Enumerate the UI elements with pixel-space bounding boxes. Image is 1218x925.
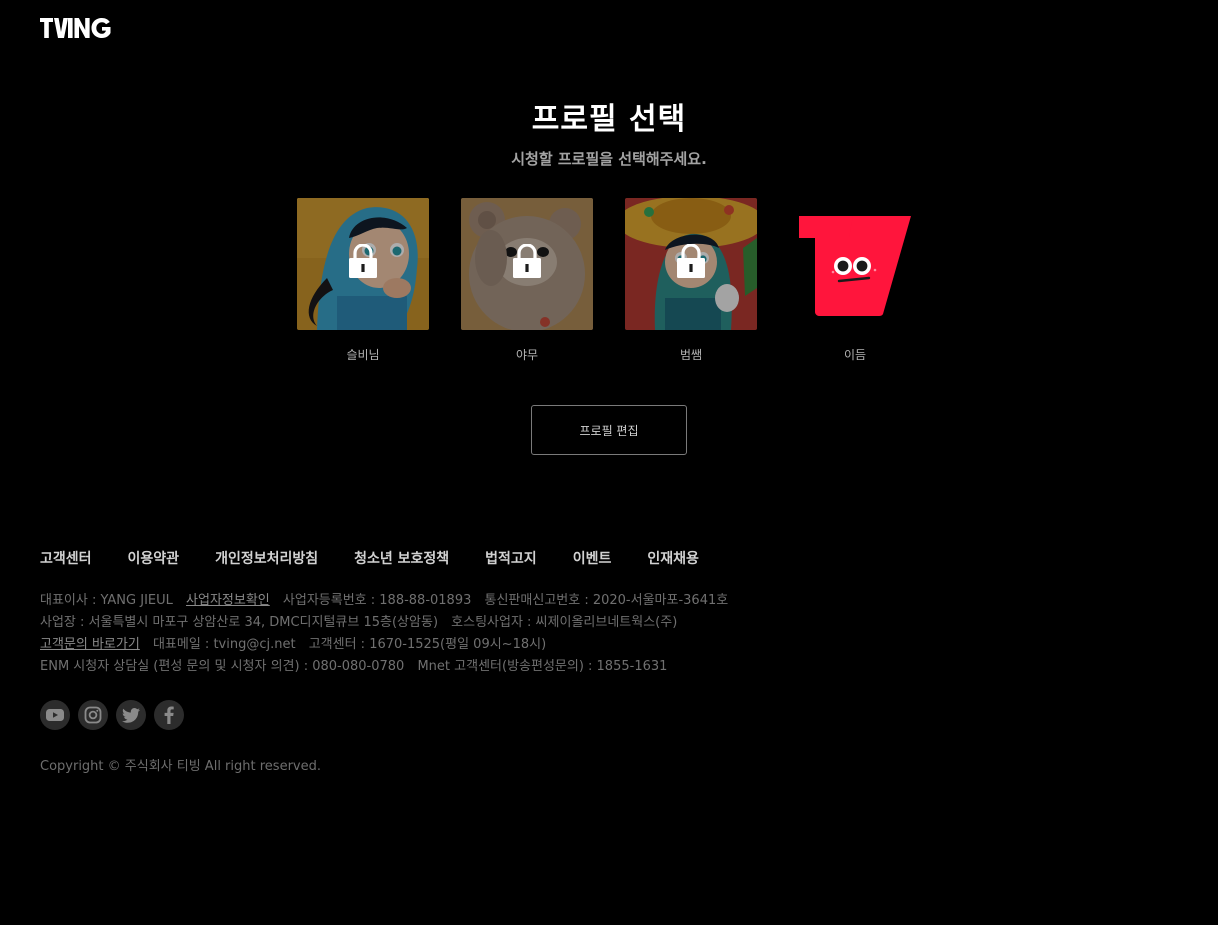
profile-avatar[interactable] bbox=[461, 198, 593, 330]
profile-item[interactable]: 이듬 bbox=[789, 198, 921, 363]
tving-logo[interactable] bbox=[40, 16, 116, 40]
profile-avatar[interactable] bbox=[789, 198, 921, 330]
footer-link-event[interactable]: 이벤트 bbox=[573, 548, 612, 568]
profile-name: 이듬 bbox=[843, 348, 867, 362]
tving-red-t-mascot bbox=[789, 198, 921, 330]
profile-avatar[interactable] bbox=[625, 198, 757, 330]
business-info-link[interactable]: 사업자정보확인 bbox=[186, 593, 270, 608]
address-text: 사업장 : 서울특별시 마포구 상암산로 34, DMC디지털큐브 15층(상암… bbox=[40, 615, 439, 630]
customer-center-text: 고객센터 : 1670-1525(평일 09시~18시) bbox=[308, 637, 547, 652]
footer-nav: 고객센터 이용약관 개인정보처리방침 청소년 보호정책 법적고지 이벤트 인재채… bbox=[40, 548, 699, 568]
footer-link-careers[interactable]: 인재채용 bbox=[647, 548, 699, 568]
profile-name: 슬비님 bbox=[346, 348, 380, 362]
inquiry-link[interactable]: 고객문의 바로가기 bbox=[40, 637, 140, 652]
footer-link-legal[interactable]: 법적고지 bbox=[485, 548, 537, 568]
social-links bbox=[40, 700, 184, 730]
mail-order-number: 통신판매신고번호 : 2020-서울마포-3641호 bbox=[484, 593, 729, 608]
page-subtitle: 시청할 프로필을 선택해주세요. bbox=[511, 150, 707, 168]
lock-icon bbox=[513, 244, 541, 278]
profile-item[interactable]: 슬비님 bbox=[297, 198, 429, 363]
lock-icon bbox=[349, 244, 377, 278]
twitter-icon[interactable] bbox=[116, 700, 146, 730]
ceo-text: 대표이사 : YANG JIEUL bbox=[40, 593, 173, 608]
profile-item[interactable]: 야무 bbox=[461, 198, 593, 363]
footer-link-privacy[interactable]: 개인정보처리방침 bbox=[215, 548, 318, 568]
profile-item[interactable]: 범쌤 bbox=[625, 198, 757, 363]
profile-name: 야무 bbox=[515, 348, 539, 362]
profile-list: 슬비님 야무 범쌤 이듬 bbox=[297, 198, 937, 368]
page-title: 프로필 선택 bbox=[531, 102, 687, 137]
email-text: 대표메일 : tving@cj.net bbox=[152, 637, 296, 652]
facebook-icon[interactable] bbox=[154, 700, 184, 730]
footer-link-youth-policy[interactable]: 청소년 보호정책 bbox=[354, 548, 449, 568]
profile-avatar[interactable] bbox=[297, 198, 429, 330]
copyright-text: Copyright © 주식회사 티빙 All right reserved. bbox=[40, 759, 321, 774]
footer-link-customer-center[interactable]: 고객센터 bbox=[40, 548, 92, 568]
enm-contact-text: ENM 시청자 상담실 (편성 문의 및 시청자 의견) : 080-080-0… bbox=[40, 659, 405, 674]
company-info: 대표이사 : YANG JIEUL 사업자정보확인 사업자등록번호 : 188-… bbox=[40, 590, 737, 678]
footer-link-terms[interactable]: 이용약관 bbox=[128, 548, 180, 568]
edit-profile-button[interactable]: 프로필 편집 bbox=[531, 405, 687, 455]
profile-name: 범쌤 bbox=[679, 348, 703, 362]
business-number: 사업자등록번호 : 188-88-01893 bbox=[282, 593, 472, 608]
instagram-icon[interactable] bbox=[78, 700, 108, 730]
mnet-contact-text: Mnet 고객센터(방송편성문의) : 1855-1631 bbox=[417, 659, 668, 674]
hosting-text: 호스팅사업자 : 씨제이올리브네트웍스(주) bbox=[451, 615, 678, 630]
lock-icon bbox=[677, 244, 705, 278]
youtube-icon[interactable] bbox=[40, 700, 70, 730]
